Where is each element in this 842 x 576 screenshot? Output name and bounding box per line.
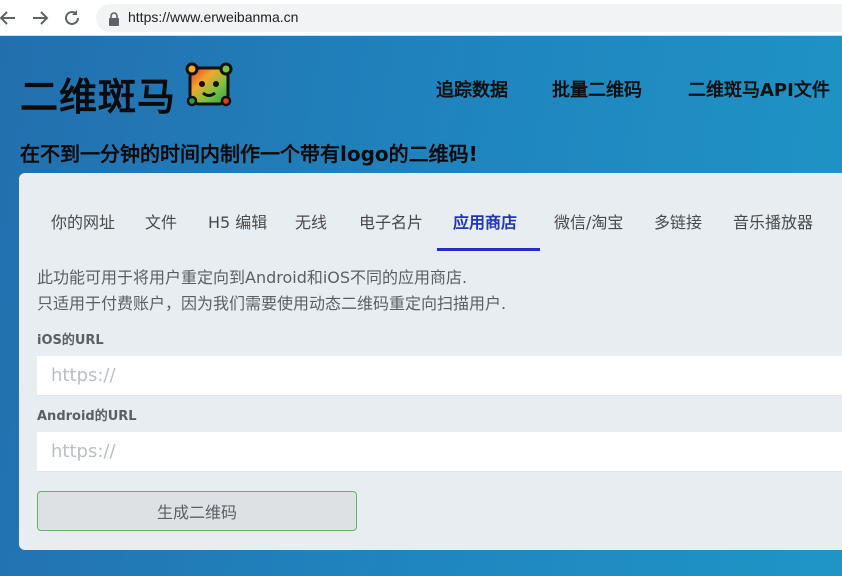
address-bar[interactable]: https://www.erweibanma.cn [96, 4, 842, 32]
page-tagline: 在不到一分钟的时间内制作一个带有logo的二维码! [20, 142, 478, 166]
page-body: 二维斑马 追踪数据 批量二维码 二维斑马API文件 在不到一分钟的时间内制作一个… [0, 36, 842, 576]
back-arrow-icon[interactable] [0, 6, 20, 30]
nav-batch-qr[interactable]: 批量二维码 [552, 76, 642, 102]
zebra-logo-icon[interactable] [184, 60, 234, 110]
tab-vcard[interactable]: 电子名片 [359, 209, 423, 233]
android-url-label: Android的URL [37, 409, 137, 424]
url-text: https://www.erweibanma.cn [128, 9, 299, 25]
tab-multi-link[interactable]: 多链接 [654, 209, 702, 233]
lock-icon [108, 11, 120, 30]
tab-file[interactable]: 文件 [145, 209, 177, 233]
site-logo-text[interactable]: 二维斑马 [20, 66, 176, 121]
ios-url-input[interactable] [37, 356, 842, 396]
reload-icon[interactable] [60, 6, 84, 30]
qr-form-card: 你的网址 文件 H5 编辑 无线 电子名片 应用商店 微信/淘宝 多链接 音乐播… [19, 173, 842, 550]
tab-h5-editor[interactable]: H5 编辑 [208, 209, 267, 233]
tab-app-store[interactable]: 应用商店 [453, 209, 517, 233]
tab-wireless[interactable]: 无线 [295, 209, 327, 233]
generate-qr-button[interactable]: 生成二维码 [37, 491, 357, 531]
active-tab-indicator [437, 248, 540, 251]
nav-tracking-data[interactable]: 追踪数据 [436, 76, 508, 102]
ios-url-label: iOS的URL [37, 333, 104, 348]
android-url-input[interactable] [37, 432, 842, 472]
forward-arrow-icon[interactable] [28, 6, 52, 30]
tab-your-url[interactable]: 你的网址 [51, 209, 115, 233]
tab-music-player[interactable]: 音乐播放器 [733, 209, 813, 233]
browser-toolbar: https://www.erweibanma.cn [0, 0, 842, 36]
tab-wechat-taobao[interactable]: 微信/淘宝 [554, 209, 623, 233]
description-line-2: 只适用于付费账户，因为我们需要使用动态二维码重定向扫描用户. [37, 294, 507, 313]
description-line-1: 此功能可用于将用户重定向到Android和iOS不同的应用商店. [37, 268, 468, 287]
nav-api-docs[interactable]: 二维斑马API文件 [688, 76, 830, 102]
